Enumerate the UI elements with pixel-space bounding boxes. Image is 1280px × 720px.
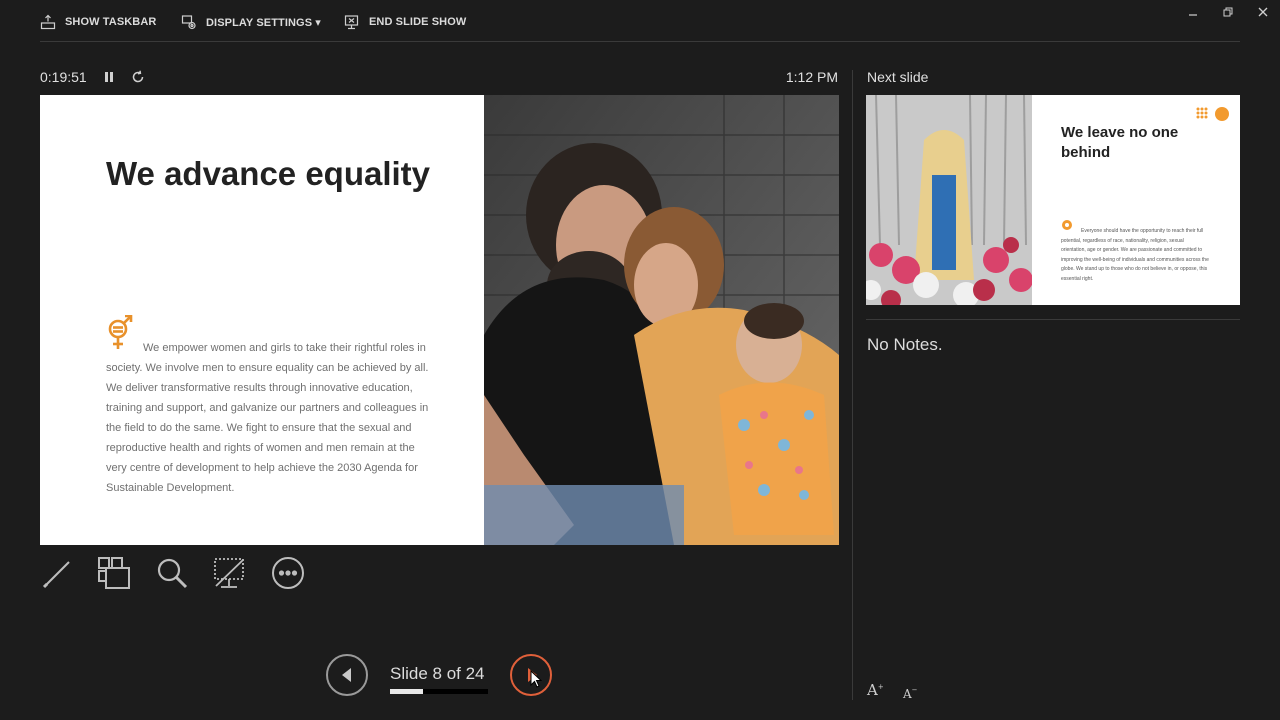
mouse-pointer-icon <box>530 670 542 688</box>
slide-progress-bar <box>390 689 488 694</box>
pen-icon <box>42 561 70 589</box>
close-button[interactable] <box>1253 4 1273 20</box>
reset-timer-icon[interactable] <box>131 70 145 84</box>
see-all-slides-button[interactable] <box>96 555 132 591</box>
slide-body-text: We empower women and girls to take their… <box>106 342 429 494</box>
minimize-button[interactable] <box>1183 4 1203 20</box>
show-taskbar-label: SHOW TASKBAR <box>65 16 157 28</box>
unfpa-logo-icon <box>1196 107 1229 121</box>
next-slide-body-text: Everyone should have the opportunity to … <box>1061 228 1209 282</box>
clock-time: 1:12 PM <box>785 69 838 85</box>
slide-counter: Slide 8 of 24 <box>390 664 485 683</box>
more-options-button[interactable] <box>270 555 306 591</box>
minus-icon: − <box>911 686 918 694</box>
increase-font-button[interactable]: A+ <box>867 680 887 699</box>
slide-title: We advance equality <box>106 155 431 192</box>
restore-icon <box>1223 7 1233 17</box>
pen-tool-button[interactable] <box>40 555 76 591</box>
taskbar-icon <box>40 14 56 30</box>
more-options-icon <box>272 557 304 589</box>
notes-divider <box>866 319 1240 320</box>
display-settings-label: DISPLAY SETTINGS ▾ <box>206 16 321 29</box>
end-show-icon <box>344 15 359 30</box>
grid-slides-icon <box>98 557 130 589</box>
crowd-photo <box>866 95 1032 305</box>
black-screen-button[interactable] <box>211 555 247 591</box>
current-slide[interactable]: We advance equality We empower women and… <box>40 95 839 545</box>
decrease-font-label: A <box>903 687 912 701</box>
display-settings-icon <box>181 15 196 30</box>
end-slide-show-button[interactable]: END SLIDE SHOW <box>344 13 466 31</box>
next-slide-title: We leave no one behind <box>1061 124 1179 161</box>
speaker-notes: No Notes. <box>867 335 943 354</box>
black-screen-icon <box>214 558 244 588</box>
plus-icon: + <box>877 683 884 691</box>
decrease-font-button[interactable]: A− <box>903 683 923 701</box>
family-photo <box>484 95 839 545</box>
pane-divider <box>852 70 853 700</box>
next-slide-preview[interactable]: We leave no one behind Everyone should h… <box>866 95 1240 305</box>
previous-slide-button[interactable] <box>326 654 368 696</box>
toolbar-divider <box>40 41 1240 42</box>
slide-progress-fill <box>390 689 423 694</box>
magnifier-icon <box>157 558 188 589</box>
pause-icon[interactable] <box>103 71 115 83</box>
close-icon <box>1258 7 1268 17</box>
display-settings-button[interactable]: DISPLAY SETTINGS ▾ <box>181 13 321 31</box>
end-slide-show-label: END SLIDE SHOW <box>369 16 467 28</box>
next-slide-label: Next slide <box>867 69 929 85</box>
show-taskbar-button[interactable]: SHOW TASKBAR <box>40 13 156 31</box>
triangle-left-icon <box>342 668 351 682</box>
elapsed-timer: 0:19:51 <box>40 69 87 85</box>
restore-button[interactable] <box>1218 4 1238 20</box>
increase-font-label: A <box>867 681 878 699</box>
presenter-toolbar: SHOW TASKBAR DISPLAY SETTINGS ▾ END SLID… <box>0 0 1280 42</box>
zoom-button[interactable] <box>154 555 190 591</box>
minimize-icon <box>1189 14 1197 16</box>
